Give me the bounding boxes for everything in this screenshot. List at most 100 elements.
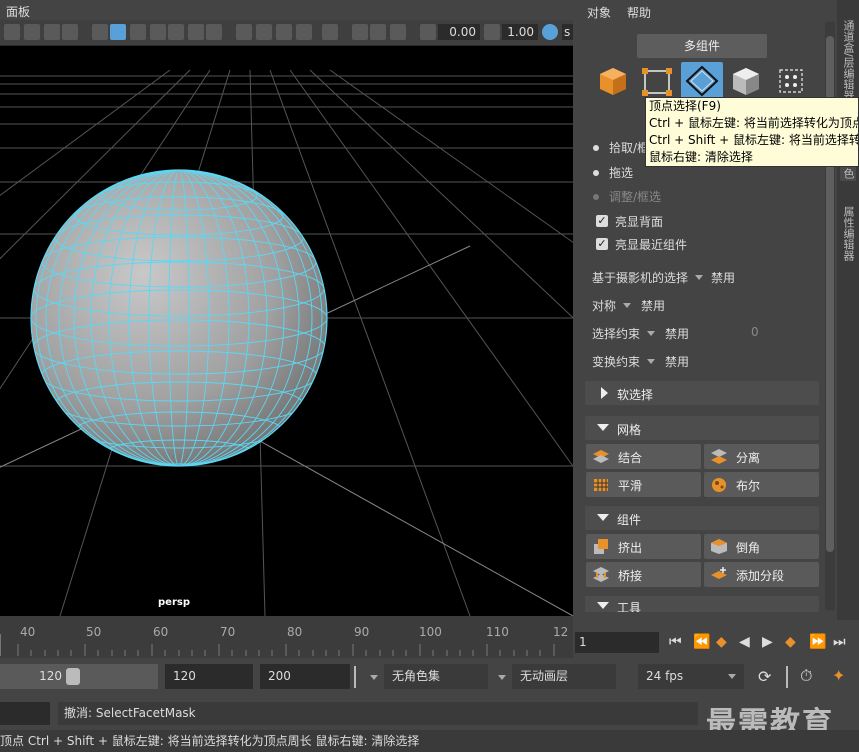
go-to-end-icon[interactable]: ⏭ — [833, 634, 846, 650]
chevron-down-icon[interactable] — [623, 303, 631, 308]
soft-select-section[interactable]: 软选择 — [585, 381, 819, 405]
transform-constraint-row[interactable]: 变换约束 禁用 — [587, 349, 821, 371]
current-frame-field[interactable]: 1 — [575, 632, 659, 653]
panel-menu[interactable]: 面板 — [6, 3, 30, 20]
camera-select-value[interactable]: 禁用 — [711, 269, 735, 286]
shaded-cube-icon[interactable] — [110, 24, 126, 40]
viewport-menubar: 面板 — [0, 0, 573, 20]
sphere-mesh[interactable] — [30, 169, 328, 467]
tools-section[interactable]: 工具 — [585, 596, 819, 612]
camera-icon[interactable] — [4, 24, 20, 40]
checker-icon[interactable] — [168, 24, 184, 40]
antialias-icon[interactable] — [276, 24, 292, 40]
selection-constraint-row[interactable]: 选择约束 禁用 0 — [587, 321, 821, 343]
smooth-icon — [594, 479, 608, 491]
highlight-backfaces-checkbox[interactable]: ✓ — [596, 215, 608, 227]
camera-based-selection-row[interactable]: 基于摄影机的选择 禁用 — [587, 265, 821, 287]
play-forward-icon[interactable]: ▶ — [762, 634, 773, 650]
constraint-number[interactable]: 0 — [751, 325, 759, 339]
soft-select-label: 软选择 — [617, 388, 654, 402]
components-section[interactable]: 组件 — [585, 506, 819, 530]
radio-drag[interactable] — [593, 170, 599, 176]
wireframe-cube-icon[interactable] — [92, 24, 108, 40]
chevron-down-icon[interactable] — [647, 359, 655, 364]
add-divisions-label: 添加分段 — [736, 569, 785, 583]
shadow-icon[interactable] — [206, 24, 222, 40]
separate-button[interactable]: 分离 — [704, 444, 819, 469]
step-forward-frame-icon[interactable]: ⏩ — [809, 634, 826, 650]
backface-icon[interactable] — [390, 24, 406, 40]
chevron-down-icon[interactable] — [695, 275, 703, 280]
gamma-icon[interactable] — [484, 24, 500, 40]
motion-blur-icon[interactable] — [256, 24, 272, 40]
symmetry-row[interactable]: 对称 禁用 — [587, 293, 821, 315]
film-gate-icon[interactable] — [44, 24, 60, 40]
isolate-icon[interactable] — [296, 24, 312, 40]
radio-pick-marquee[interactable] — [593, 145, 599, 151]
boolean-icon — [712, 478, 726, 492]
color-space-field[interactable]: s — [562, 24, 573, 40]
chevron-down-icon[interactable] — [370, 675, 378, 680]
fps-dropdown[interactable]: 24 fps — [638, 664, 744, 689]
color-management-icon[interactable] — [542, 24, 558, 40]
animation-end-field[interactable]: 200 — [260, 664, 350, 689]
radio-tweak-marquee[interactable] — [593, 194, 599, 200]
xray-joints-icon[interactable] — [352, 24, 368, 40]
auto-key-icon[interactable]: ⏱ — [800, 666, 812, 686]
textured-icon[interactable] — [150, 24, 166, 40]
multi-component-button[interactable]: 多组件 — [637, 34, 767, 58]
extrude-button[interactable]: 挤出 — [586, 534, 701, 559]
3d-scene[interactable]: persp — [0, 46, 573, 616]
constraint-value[interactable]: 禁用 — [665, 325, 689, 342]
transform-value[interactable]: 禁用 — [665, 353, 689, 370]
playback-end-field[interactable]: 120 — [165, 664, 253, 689]
step-back-key-icon[interactable]: ◆ — [716, 634, 727, 650]
playback-speed-icon[interactable]: ✦ — [832, 666, 845, 685]
mesh-section[interactable]: 网格 — [585, 416, 819, 440]
range-slider-handle[interactable] — [66, 668, 80, 685]
command-input[interactable] — [0, 702, 50, 725]
bevel-button[interactable]: 倒角 — [704, 534, 819, 559]
tab-attribute-editor[interactable]: 属性编辑器 — [840, 206, 856, 261]
viewport-toolbar: 0.00 1.00 s — [0, 20, 573, 46]
highlight-nearest-checkbox[interactable]: ✓ — [596, 238, 608, 250]
gamma-field[interactable]: 1.00 — [502, 24, 538, 40]
viewport-panel[interactable]: 面板 0.00 1.00 s persp — [0, 0, 573, 620]
uv-mode-icon[interactable] — [773, 64, 809, 98]
loop-icon[interactable]: ⟳ — [758, 667, 771, 686]
xray-components-icon[interactable] — [370, 24, 386, 40]
exposure-icon[interactable] — [420, 24, 436, 40]
step-forward-key-icon[interactable]: ◆ — [785, 634, 796, 650]
tab-channel-box[interactable]: 通道盒/层编辑器 — [840, 20, 856, 101]
chevron-down-icon[interactable] — [647, 331, 655, 336]
menu-object[interactable]: 对象 — [587, 4, 611, 21]
add-divisions-button[interactable]: 添加分段 — [704, 562, 819, 587]
text-icon[interactable] — [62, 24, 78, 40]
light-icon[interactable] — [188, 24, 204, 40]
bridge-icon — [593, 567, 609, 582]
combine-label: 结合 — [618, 451, 643, 465]
bridge-button[interactable]: 桥接 — [586, 562, 701, 587]
ambient-occlusion-icon[interactable] — [236, 24, 252, 40]
exposure-field[interactable]: 0.00 — [438, 24, 480, 40]
xray-icon[interactable] — [322, 24, 338, 40]
wire-on-shaded-icon[interactable] — [130, 24, 146, 40]
step-back-frame-icon[interactable]: ⏪ — [693, 634, 710, 650]
chevron-down-icon[interactable] — [498, 675, 506, 680]
anim-layer-dropdown[interactable]: 无动画层 — [512, 664, 616, 689]
go-to-start-icon[interactable]: ⏮ — [669, 634, 682, 650]
play-backward-icon[interactable]: ◀ — [739, 634, 750, 650]
vertex-mode-icon[interactable] — [639, 64, 675, 98]
face-mode-icon[interactable] — [728, 64, 764, 98]
character-set-dropdown[interactable]: 无角色集 — [384, 664, 488, 689]
tab-modeling-toolkit[interactable]: 色 — [840, 166, 856, 181]
smooth-button[interactable]: 平滑 — [586, 472, 701, 497]
grid-icon[interactable] — [24, 24, 40, 40]
menu-help[interactable]: 帮助 — [627, 4, 651, 21]
edge-mode-icon[interactable] — [681, 62, 723, 100]
time-slider[interactable]: 40 50 60 70 80 90 100 110 12 — [0, 620, 573, 658]
boolean-button[interactable]: 布尔 — [704, 472, 819, 497]
symmetry-value[interactable]: 禁用 — [641, 297, 665, 314]
combine-button[interactable]: 结合 — [586, 444, 701, 469]
object-mode-icon[interactable] — [595, 64, 631, 98]
